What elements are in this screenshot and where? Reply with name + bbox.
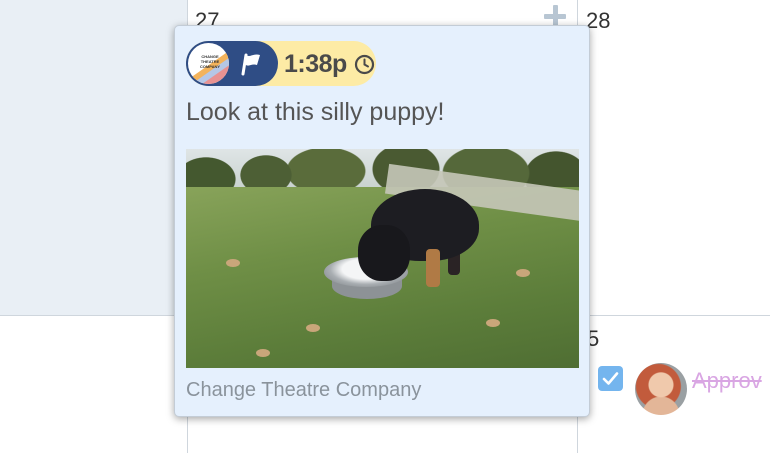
event-label[interactable]: Approv: [692, 368, 762, 394]
event-time-pill[interactable]: CHANGE THEATRE COMPANY 1:38p: [186, 41, 376, 86]
past-day-cell: [0, 0, 187, 315]
clock-icon: [354, 54, 375, 75]
event-checkbox[interactable]: [598, 366, 623, 391]
account-badge: CHANGE THEATRE COMPANY: [186, 41, 278, 86]
event-image[interactable]: [186, 149, 579, 368]
event-time: 1:38p: [284, 50, 347, 78]
organization-logo: CHANGE THEATRE COMPANY: [188, 43, 229, 84]
flag-icon: [241, 53, 260, 76]
avatar[interactable]: [635, 363, 687, 415]
event-title: Look at this silly puppy!: [186, 98, 445, 126]
event-popup[interactable]: CHANGE THEATRE COMPANY 1:38p Look at thi…: [174, 25, 590, 417]
check-icon: [602, 372, 619, 385]
logo-text: CHANGE THEATRE COMPANY: [199, 54, 221, 69]
organization-name[interactable]: Change Theatre Company: [186, 379, 421, 402]
